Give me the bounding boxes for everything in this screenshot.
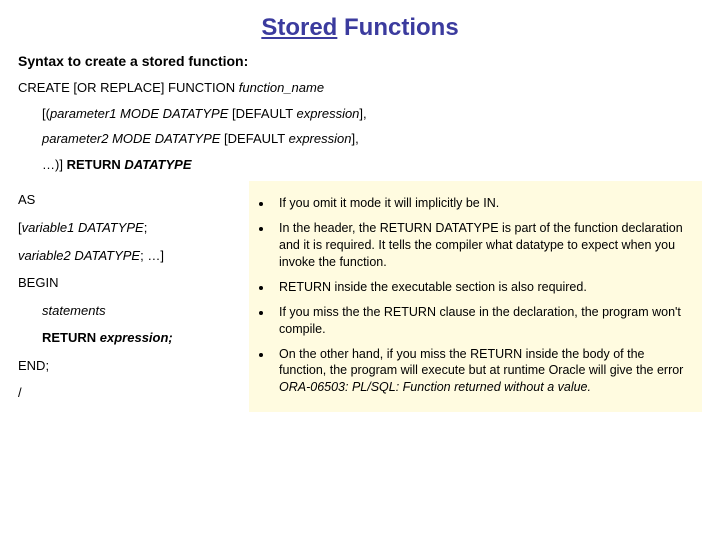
list-item: In the header, the RETURN DATATYPE is pa… bbox=[273, 220, 692, 271]
slide-title: Stored Functions bbox=[18, 12, 702, 44]
return-line: RETURN expression; bbox=[18, 329, 243, 347]
title-rest: Functions bbox=[337, 14, 458, 41]
txt: DATATYPE bbox=[124, 157, 191, 172]
notes-callout: If you omit it mode it will implicitly b… bbox=[249, 181, 702, 412]
list-item: If you omit it mode it will implicitly b… bbox=[273, 195, 692, 212]
list-item: If you miss the the RETURN clause in the… bbox=[273, 304, 692, 338]
var-line-1: [variable1 DATATYPE; bbox=[18, 219, 243, 237]
body-syntax: AS [variable1 DATATYPE; variable2 DATATY… bbox=[18, 181, 243, 411]
txt: ], bbox=[351, 131, 358, 146]
list-item: RETURN inside the executable section is … bbox=[273, 279, 692, 296]
txt: expression bbox=[289, 131, 352, 146]
txt: ], bbox=[359, 106, 366, 121]
txt: On the other hand, if you miss the RETUR… bbox=[279, 347, 683, 378]
kw-as: AS bbox=[18, 191, 243, 209]
syntax-line-1: CREATE [OR REPLACE] FUNCTION function_na… bbox=[18, 79, 702, 97]
stmts: statements bbox=[18, 302, 243, 320]
txt: [DEFAULT bbox=[224, 131, 289, 146]
kw-begin: BEGIN bbox=[18, 274, 243, 292]
txt: RETURN bbox=[42, 330, 100, 345]
txt: RETURN bbox=[67, 157, 125, 172]
title-accent: Stored bbox=[261, 14, 337, 41]
txt: …)] bbox=[42, 157, 67, 172]
var-line-2: variable2 DATATYPE; …] bbox=[18, 247, 243, 265]
kw-slash: / bbox=[18, 384, 243, 402]
lower-wrap: AS [variable1 DATATYPE; variable2 DATATY… bbox=[18, 181, 702, 412]
txt: expression; bbox=[100, 330, 173, 345]
txt: ; …] bbox=[140, 248, 164, 263]
txt: ORA-06503: PL/SQL: Function returned wit… bbox=[279, 380, 591, 394]
txt: ; bbox=[144, 220, 148, 235]
txt: [DEFAULT bbox=[232, 106, 297, 121]
txt: parameter1 MODE DATATYPE bbox=[50, 106, 232, 121]
syntax-line-3: parameter2 MODE DATATYPE [DEFAULT expres… bbox=[18, 130, 702, 148]
txt: CREATE [OR REPLACE] FUNCTION bbox=[18, 80, 239, 95]
txt: parameter2 MODE DATATYPE bbox=[42, 131, 224, 146]
syntax-line-4: …)] RETURN DATATYPE bbox=[18, 156, 702, 174]
txt: expression bbox=[297, 106, 360, 121]
list-item: On the other hand, if you miss the RETUR… bbox=[273, 346, 692, 397]
notes-list: If you omit it mode it will implicitly b… bbox=[255, 195, 692, 396]
txt: variable2 DATATYPE bbox=[18, 248, 140, 263]
txt: [( bbox=[42, 106, 50, 121]
txt: variable1 DATATYPE bbox=[22, 220, 144, 235]
txt: function_name bbox=[239, 80, 324, 95]
kw-end: END; bbox=[18, 357, 243, 375]
syntax-block: CREATE [OR REPLACE] FUNCTION function_na… bbox=[18, 79, 702, 173]
subtitle: Syntax to create a stored function: bbox=[18, 52, 702, 71]
syntax-line-2: [(parameter1 MODE DATATYPE [DEFAULT expr… bbox=[18, 105, 702, 123]
